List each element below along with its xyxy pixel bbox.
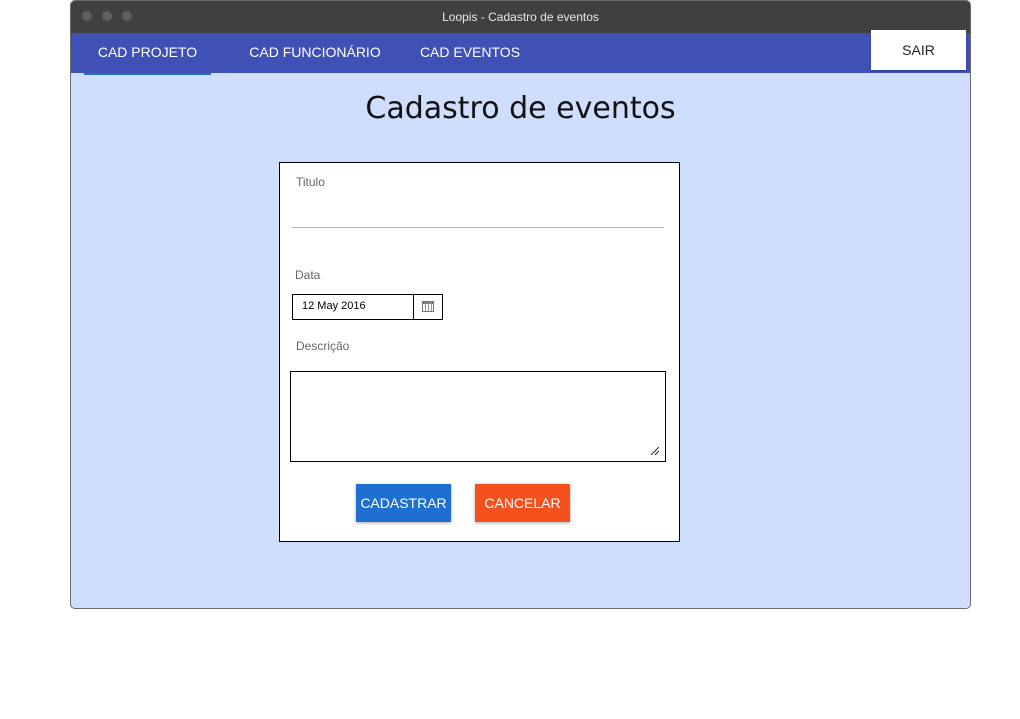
title-bar: Loopis - Cadastro de eventos <box>71 1 970 33</box>
window-title: Loopis - Cadastro de eventos <box>442 10 599 24</box>
tab-label: CAD FUNCIONÁRIO <box>249 44 381 60</box>
cancelar-button[interactable]: CANCELAR <box>475 484 570 522</box>
titulo-input[interactable] <box>292 209 664 228</box>
top-navbar: CAD PROJETO CAD FUNCIONÁRIO CAD EVENTOS … <box>71 30 970 75</box>
calendar-icon <box>422 301 434 312</box>
date-picker-button[interactable] <box>413 295 442 319</box>
tab-label: CAD PROJETO <box>97 44 198 60</box>
descricao-textarea[interactable] <box>290 371 666 462</box>
logout-button[interactable]: SAIR <box>871 30 966 70</box>
date-value: 12 May 2016 <box>302 300 366 312</box>
tab-cad-funcionario[interactable]: CAD FUNCIONÁRIO <box>243 33 387 73</box>
event-form: Titulo Data 12 May 2016 Descrição CADAST… <box>279 162 680 542</box>
titulo-label: Titulo <box>296 175 325 189</box>
app-window: Loopis - Cadastro de eventos CAD PROJETO… <box>70 0 971 609</box>
date-field[interactable]: 12 May 2016 <box>292 294 443 320</box>
descricao-label: Descrição <box>296 339 350 353</box>
tab-cad-eventos[interactable]: CAD EVENTOS <box>413 33 527 73</box>
page-title: Cadastro de eventos <box>365 91 676 126</box>
data-label: Data <box>295 268 321 282</box>
cadastrar-button[interactable]: CADASTRAR <box>356 484 451 522</box>
tab-label: CAD EVENTOS <box>419 44 521 60</box>
tab-cad-projeto[interactable]: CAD PROJETO <box>84 33 211 75</box>
resize-handle-icon[interactable] <box>651 447 659 455</box>
